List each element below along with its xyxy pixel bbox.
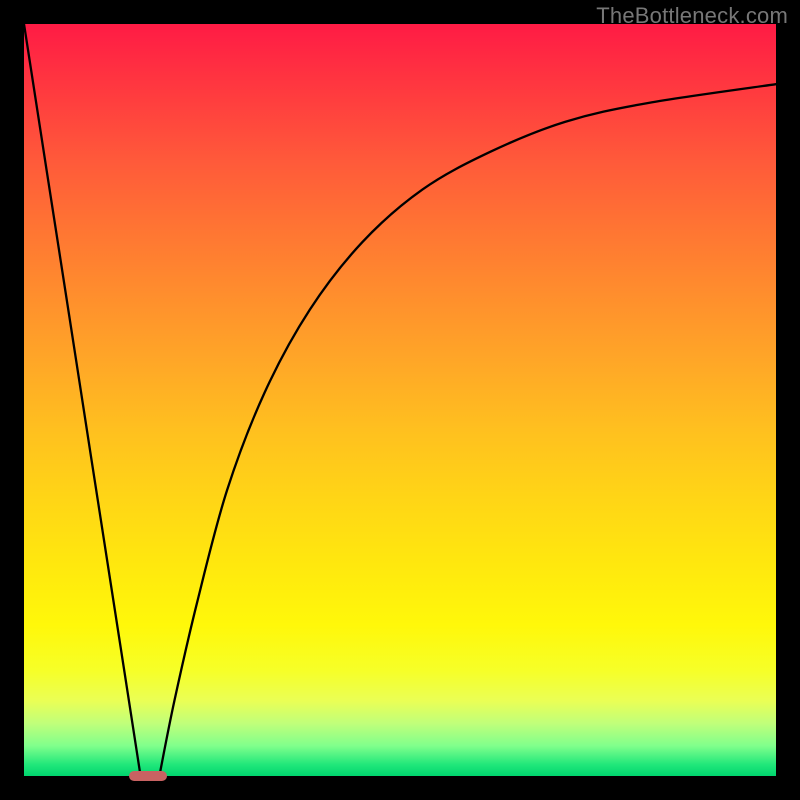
left-branch-line — [24, 24, 141, 776]
watermark-text: TheBottleneck.com — [596, 3, 788, 29]
curve-layer — [24, 24, 776, 776]
plot-area — [24, 24, 776, 776]
right-branch-line — [159, 84, 776, 776]
canvas: TheBottleneck.com — [0, 0, 800, 800]
bottleneck-marker — [129, 771, 167, 781]
